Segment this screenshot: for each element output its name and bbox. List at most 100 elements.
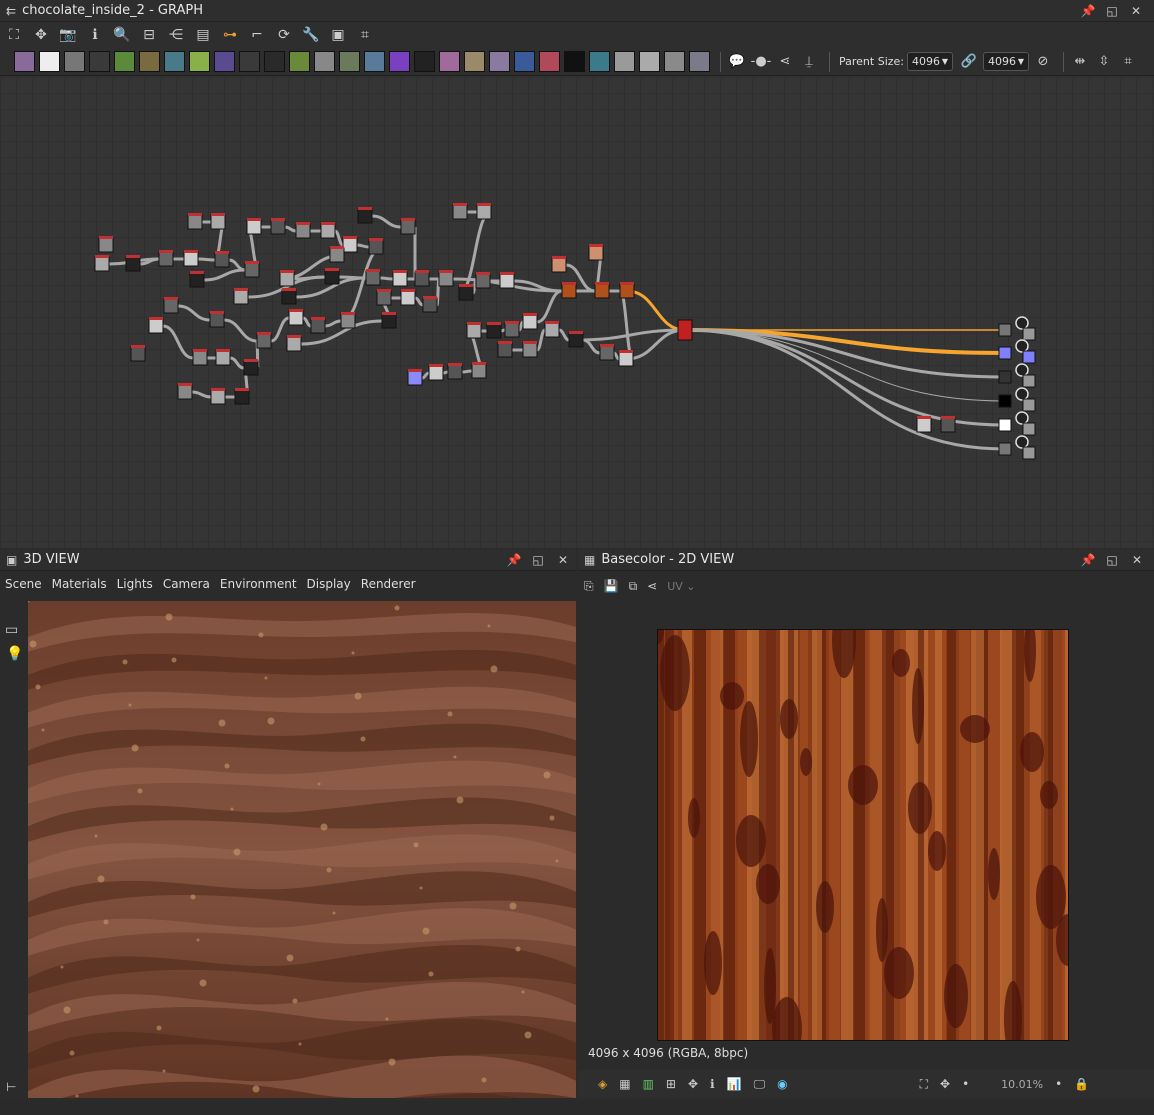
tree-icon[interactable]: ⊢: [6, 1080, 16, 1094]
tiling-icon[interactable]: ⊞: [666, 1077, 676, 1091]
search-icon[interactable]: 🔍: [111, 24, 133, 46]
graph-node[interactable]: [407, 370, 423, 386]
graph-node[interactable]: [466, 323, 482, 339]
corner-link-icon[interactable]: ⌐: [246, 24, 268, 46]
link-icon[interactable]: 🔗: [959, 52, 979, 72]
graph-node[interactable]: [125, 256, 141, 272]
display-icon[interactable]: 🖵: [754, 1077, 766, 1092]
pin-icon[interactable]: 📌: [506, 552, 522, 568]
graph-node[interactable]: [458, 285, 474, 301]
graph-node[interactable]: [183, 251, 199, 267]
transparency-icon[interactable]: ▦: [619, 1077, 630, 1091]
align-vertical-icon[interactable]: ⇳: [1094, 52, 1114, 72]
graph-node[interactable]: [400, 290, 416, 306]
uniform-color-node-icon[interactable]: [39, 51, 60, 72]
fill-node-icon[interactable]: [539, 51, 560, 72]
watercolor-node-icon[interactable]: [289, 51, 310, 72]
graph-node[interactable]: [234, 389, 250, 405]
graph-node[interactable]: [522, 342, 538, 358]
noise-node-icon[interactable]: [414, 51, 435, 72]
share-icon[interactable]: ⋖: [647, 579, 657, 593]
bitmap-node-icon[interactable]: [14, 51, 35, 72]
color-wheel-node-icon[interactable]: [389, 51, 410, 72]
dot-node-icon[interactable]: -●-: [751, 52, 772, 72]
pin-icon[interactable]: 📌: [1080, 3, 1096, 19]
close-icon[interactable]: ✕: [1128, 3, 1144, 19]
graph-node[interactable]: [438, 271, 454, 287]
distance-node-icon[interactable]: [689, 51, 710, 72]
pin-icon[interactable]: 📌: [1080, 552, 1096, 568]
graph-node[interactable]: [256, 333, 272, 349]
output-node[interactable]: [998, 394, 1012, 408]
center-icon[interactable]: ✥: [940, 1077, 950, 1091]
graph-node[interactable]: [916, 417, 932, 433]
value-node-icon[interactable]: [564, 51, 585, 72]
directional-node-icon[interactable]: [664, 51, 685, 72]
graph-node[interactable]: [329, 247, 345, 263]
graph-node[interactable]: [233, 289, 249, 305]
graph-node[interactable]: [286, 336, 302, 352]
graph-node[interactable]: [499, 273, 515, 289]
histogram-icon[interactable]: 📊: [727, 1077, 742, 1091]
levels-node-icon[interactable]: [139, 51, 160, 72]
graph-node[interactable]: [130, 346, 146, 362]
menu-environment[interactable]: Environment: [220, 577, 297, 591]
zoom-dot-icon[interactable]: •: [962, 1077, 969, 1091]
graph-node[interactable]: [618, 351, 634, 367]
graph-node[interactable]: [163, 298, 179, 314]
graph-node[interactable]: [368, 239, 384, 255]
output-node[interactable]: [998, 370, 1012, 384]
graph-node[interactable]: [551, 257, 567, 273]
graph-node[interactable]: [244, 262, 260, 278]
graph-node[interactable]: [428, 365, 444, 381]
graph-node[interactable]: [422, 297, 438, 313]
graph-node[interactable]: [246, 219, 262, 235]
graph-node[interactable]: [270, 219, 286, 235]
parent-size-select[interactable]: 4096 ▼: [907, 52, 953, 71]
graph-node[interactable]: [288, 310, 304, 326]
menu-scene[interactable]: Scene: [5, 577, 42, 591]
graph-node[interactable]: [447, 364, 463, 380]
graph-node[interactable]: [324, 269, 340, 285]
output-node[interactable]: [998, 442, 1012, 456]
export-icon[interactable]: ⎘: [584, 579, 594, 594]
refresh-icon[interactable]: ⟳: [273, 24, 295, 46]
hsl-node-icon[interactable]: [339, 51, 360, 72]
menu-camera[interactable]: Camera: [163, 577, 210, 591]
graph-node[interactable]: [210, 389, 226, 405]
graph-node[interactable]: [619, 283, 635, 299]
graph-node[interactable]: [98, 237, 114, 253]
graph-node[interactable]: [940, 417, 956, 433]
graph-node[interactable]: [392, 271, 408, 287]
menu-renderer[interactable]: Renderer: [361, 577, 416, 591]
graph-node[interactable]: [243, 360, 259, 376]
graph-node[interactable]: [475, 273, 491, 289]
maximize-icon[interactable]: ◱: [530, 552, 546, 568]
align-icon[interactable]: ⊟: [138, 24, 160, 46]
layers-icon[interactable]: ▤: [192, 24, 214, 46]
material-node[interactable]: [677, 319, 693, 341]
random-seed-icon[interactable]: ⊘: [1033, 52, 1053, 72]
snapshot-icon[interactable]: ▣: [327, 24, 349, 46]
tile-node-icon[interactable]: [589, 51, 610, 72]
graph-node[interactable]: [594, 283, 610, 299]
copy-icon[interactable]: ⧉: [629, 579, 638, 594]
histogram-node-icon[interactable]: [364, 51, 385, 72]
light-bulb-icon[interactable]: 💡: [6, 646, 23, 662]
graph-node[interactable]: [281, 289, 297, 305]
graph-node[interactable]: [497, 342, 513, 358]
emboss-node-icon[interactable]: [639, 51, 660, 72]
blur-node-icon[interactable]: [214, 51, 235, 72]
transform-node-icon[interactable]: [164, 51, 185, 72]
maximize-icon[interactable]: ◱: [1104, 552, 1120, 568]
graph-node[interactable]: [214, 252, 230, 268]
output-size-select[interactable]: 4096 ▼: [983, 52, 1029, 71]
fit-icon[interactable]: ⛶: [920, 1077, 928, 1092]
shuffle-node-icon[interactable]: [89, 51, 110, 72]
graph-node[interactable]: [522, 314, 538, 330]
frame-all-icon[interactable]: ⛶: [3, 24, 25, 46]
graph-node[interactable]: [544, 322, 560, 338]
maximize-icon[interactable]: ◱: [1104, 3, 1120, 19]
graph-node[interactable]: [471, 363, 487, 379]
graph-node[interactable]: [158, 251, 174, 267]
